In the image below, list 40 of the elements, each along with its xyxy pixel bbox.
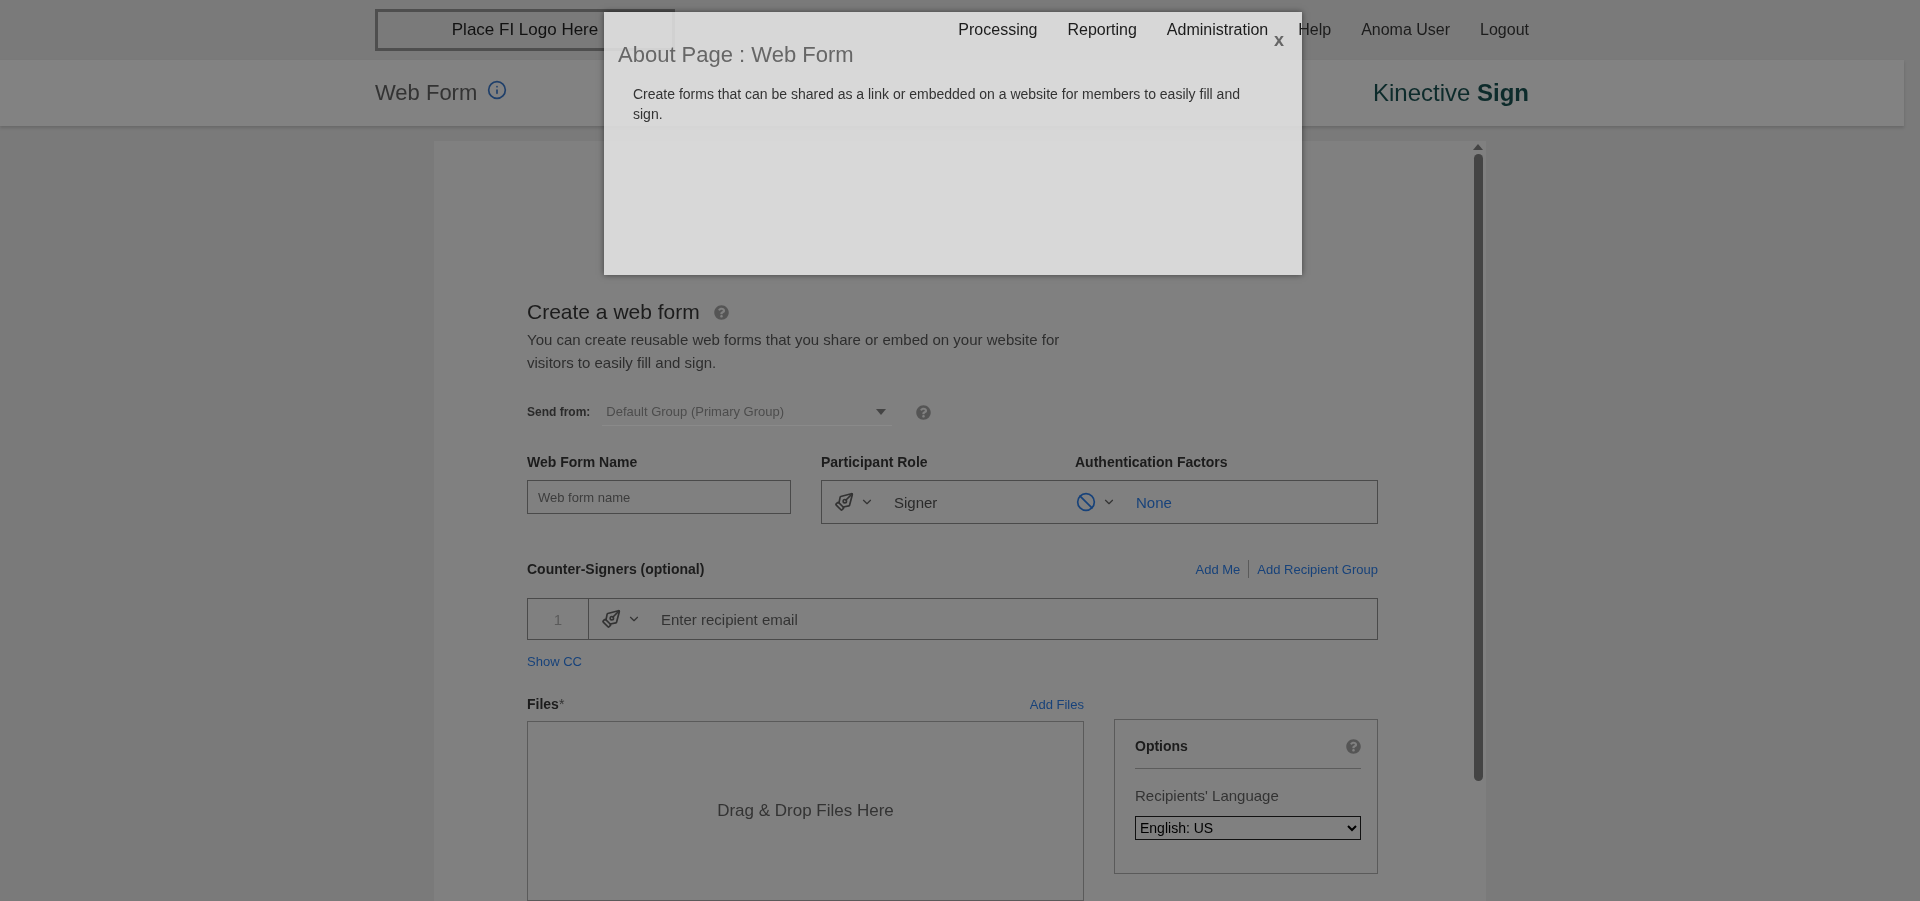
drop-zone[interactable]: Drag & Drop Files Here xyxy=(527,721,1084,901)
add-files-link[interactable]: Add Files xyxy=(1029,696,1084,712)
action-link[interactable]: Add Me xyxy=(1195,561,1241,577)
input-field[interactable]: Web form name xyxy=(527,480,791,514)
field-label: Recipients' Language xyxy=(1135,787,1280,804)
nav-link[interactable]: Administration xyxy=(1166,21,1269,40)
scrollbar-thumb[interactable] xyxy=(1473,154,1483,781)
auth-link[interactable]: None xyxy=(1136,493,1172,511)
scroll-up-icon[interactable] xyxy=(1473,144,1483,150)
nav-link[interactable]: Logout xyxy=(1480,21,1529,40)
section-label: Counter-Signers (optional) xyxy=(527,561,705,577)
help-icon[interactable] xyxy=(916,404,932,420)
caret-icon xyxy=(876,408,887,415)
brand-name: Kinective Sign xyxy=(1372,79,1529,108)
nav-link[interactable]: Anoma User xyxy=(1361,21,1451,40)
nav-link[interactable]: Processing xyxy=(958,21,1038,40)
close-button[interactable]: x xyxy=(1274,30,1284,51)
pen-icon xyxy=(601,609,621,629)
field-label: Participant Role xyxy=(821,454,929,470)
help-icon[interactable] xyxy=(713,304,729,320)
role-value[interactable]: Signer xyxy=(894,493,938,511)
field-label: Authentication Factors xyxy=(1075,454,1229,470)
help-icon[interactable] xyxy=(1346,738,1361,754)
page-title: Web Form xyxy=(375,80,478,107)
section-label: Files xyxy=(527,696,559,712)
field-label: Web Form Name xyxy=(527,454,639,470)
email-input[interactable]: Enter recipient email xyxy=(659,609,1377,629)
required-mark: * xyxy=(558,696,565,712)
language-select[interactable]: English: US xyxy=(1135,816,1361,840)
pen-icon xyxy=(834,492,854,512)
dialog-text: Create forms that can be shared as a link or embedded on a website for members to easily fill and sign. xyxy=(632,85,1241,124)
action-link[interactable]: Add Recipient Group xyxy=(1257,561,1378,577)
form-description: You can create reusable web forms that you share or embed on your website for visitors to easily fill and sign. xyxy=(527,330,1061,373)
ban-icon[interactable] xyxy=(1076,492,1096,512)
show-cc-link[interactable]: Show CC xyxy=(527,654,582,669)
form-title: Create a web form xyxy=(527,300,700,324)
info-icon[interactable] xyxy=(487,80,508,101)
nav-link[interactable]: Reporting xyxy=(1067,21,1137,40)
field-label: Send from: xyxy=(527,405,591,419)
options-title: Options xyxy=(1135,738,1188,754)
